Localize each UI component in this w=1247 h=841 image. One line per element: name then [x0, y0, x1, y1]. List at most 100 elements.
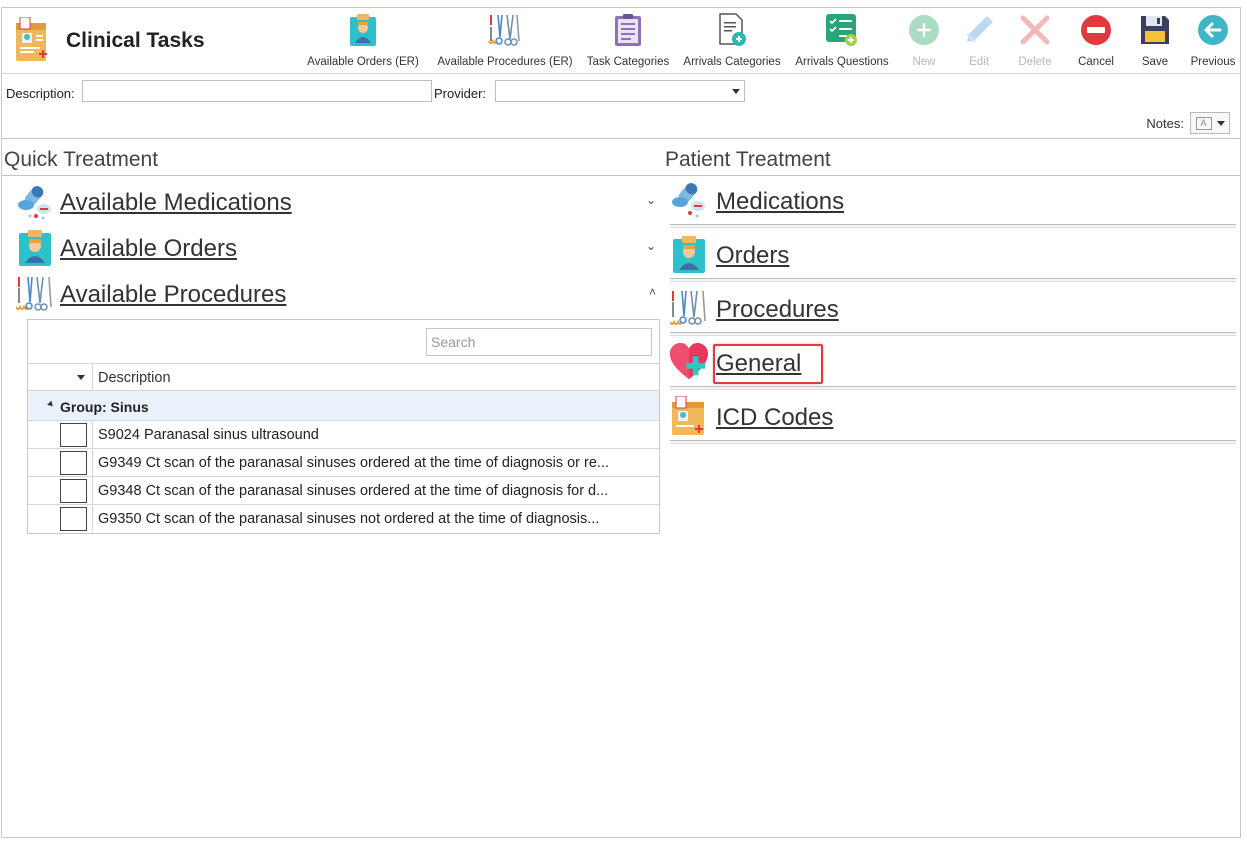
task-categories-button[interactable]: Task Categories	[584, 8, 672, 72]
orders-link[interactable]: Orders	[716, 242, 789, 270]
icd-codes-icon	[672, 396, 704, 435]
table-row[interactable]: G9348 Ct scan of the paranasal sinuses o…	[28, 477, 659, 505]
clinical-record-icon	[16, 17, 47, 61]
patient-procedures-row[interactable]: Procedures	[670, 284, 1236, 336]
edit-button[interactable]: Edit	[957, 8, 1001, 72]
filter-bar: Description: Provider:	[2, 78, 1240, 108]
text-format-icon: A	[1195, 116, 1212, 130]
row-separator	[670, 332, 1236, 336]
chevron-down-icon	[77, 375, 85, 380]
patient-icd-codes-row[interactable]: ICD Codes	[670, 392, 1236, 444]
checkbox-cell	[28, 477, 93, 504]
available-procedures-er-button[interactable]: Available Procedures (ER)	[435, 8, 575, 72]
table-row[interactable]: G9349 Ct scan of the paranasal sinuses o…	[28, 449, 659, 477]
provider-label: Provider:	[434, 86, 487, 101]
row-description: G9349 Ct scan of the paranasal sinuses o…	[98, 455, 610, 471]
procedures-icon	[488, 14, 520, 46]
toolbar-label: Delete	[1018, 56, 1052, 68]
procedures-icon	[670, 290, 706, 325]
checkbox-cell	[28, 449, 93, 476]
pencil-icon	[966, 16, 993, 43]
toolbar-label: Cancel	[1078, 56, 1114, 68]
row-checkbox[interactable]	[60, 507, 87, 531]
description-label: Description:	[6, 86, 75, 101]
row-separator	[670, 440, 1236, 444]
quick-treatment-title: Quick Treatment	[4, 148, 159, 171]
available-orders-row[interactable]: Available Orders ⌄	[14, 227, 662, 267]
row-separator	[670, 224, 1236, 228]
chevron-down-icon	[1216, 120, 1225, 126]
row-checkbox[interactable]	[60, 479, 87, 503]
available-orders-link[interactable]: Available Orders	[60, 235, 237, 263]
chevron-up-icon[interactable]: ˄	[649, 285, 656, 299]
delete-button[interactable]: Delete	[1013, 8, 1057, 72]
arrow-left-circle-icon	[1198, 15, 1228, 45]
save-button[interactable]: Save	[1134, 8, 1176, 72]
procedures-link[interactable]: Procedures	[716, 296, 839, 324]
checkbox-cell	[28, 505, 93, 532]
medications-link[interactable]: Medications	[716, 188, 844, 216]
patient-general-row[interactable]: General	[670, 338, 1236, 390]
table-row[interactable]: G9350 Ct scan of the paranasal sinuses n…	[28, 505, 659, 533]
medications-icon	[672, 183, 705, 218]
procedures-icon	[16, 276, 52, 311]
orders-icon	[19, 230, 51, 266]
floppy-disk-icon	[1141, 16, 1169, 44]
notes-dropdown-button[interactable]: A	[1190, 112, 1230, 134]
row-separator	[670, 386, 1236, 390]
divider	[2, 138, 1240, 139]
close-icon	[1020, 15, 1050, 45]
chevron-down-icon[interactable]: ⌄	[646, 239, 656, 253]
procedures-grid: Search Description Group: Sinus S9024 Pa…	[27, 319, 660, 534]
row-description: G9350 Ct scan of the paranasal sinuses n…	[98, 511, 600, 527]
icd-codes-link[interactable]: ICD Codes	[716, 404, 833, 432]
notes-control: Notes: A	[1146, 112, 1230, 134]
row-description: S9024 Paranasal sinus ultrasound	[98, 427, 319, 443]
patient-medications-row[interactable]: Medications	[670, 176, 1236, 228]
checklist-add-icon	[826, 14, 857, 46]
header-toolbar: Clinical Tasks Available Orders (ER) Ava…	[2, 8, 1240, 74]
new-button[interactable]: New	[902, 8, 946, 72]
row-separator	[670, 278, 1236, 282]
plus-circle-icon	[909, 15, 939, 45]
toolbar-label: Task Categories	[586, 56, 670, 68]
column-filter-button[interactable]	[28, 364, 93, 390]
orders-icon	[350, 14, 376, 46]
row-checkbox[interactable]	[60, 451, 87, 475]
search-input[interactable]: Search	[426, 328, 652, 356]
arrivals-categories-button[interactable]: Arrivals Categories	[680, 8, 784, 72]
minus-circle-icon	[1081, 15, 1111, 45]
provider-select[interactable]	[495, 80, 745, 102]
group-label: Group: Sinus	[60, 399, 149, 415]
column-header-description[interactable]: Description	[98, 370, 171, 386]
heart-plus-icon	[670, 343, 708, 380]
available-medications-row[interactable]: Available Medications ⌄	[14, 181, 662, 221]
table-row[interactable]: S9024 Paranasal sinus ultrasound	[28, 421, 659, 449]
highlight-box	[713, 344, 823, 384]
toolbar-label: Arrivals Questions	[795, 56, 889, 68]
available-procedures-row[interactable]: Available Procedures ˄	[14, 273, 662, 313]
row-description: G9348 Ct scan of the paranasal sinuses o…	[98, 483, 609, 499]
cancel-button[interactable]: Cancel	[1073, 8, 1119, 72]
available-medications-link[interactable]: Available Medications	[60, 189, 292, 217]
row-checkbox[interactable]	[60, 423, 87, 447]
clipboard-list-icon	[615, 14, 641, 46]
notes-label: Notes:	[1146, 115, 1184, 131]
toolbar-label: New	[912, 56, 936, 68]
available-orders-er-button[interactable]: Available Orders (ER)	[307, 8, 419, 72]
group-row[interactable]: Group: Sinus	[28, 391, 659, 421]
patient-orders-row[interactable]: Orders	[670, 230, 1236, 282]
collapse-triangle-icon[interactable]	[47, 400, 55, 409]
toolbar-label: Available Orders (ER)	[307, 56, 419, 68]
orders-icon	[673, 236, 705, 273]
available-procedures-link[interactable]: Available Procedures	[60, 281, 286, 309]
toolbar-label: Save	[1141, 56, 1169, 68]
toolbar-label: Previous	[1190, 56, 1236, 68]
arrivals-questions-button[interactable]: Arrivals Questions	[792, 8, 892, 72]
previous-button[interactable]: Previous	[1188, 8, 1238, 72]
chevron-down-icon[interactable]: ⌄	[646, 193, 656, 207]
description-input[interactable]	[82, 80, 432, 102]
app-window: Clinical Tasks Available Orders (ER) Ava…	[1, 7, 1241, 838]
checkbox-cell	[28, 421, 93, 448]
medications-icon	[18, 186, 51, 220]
